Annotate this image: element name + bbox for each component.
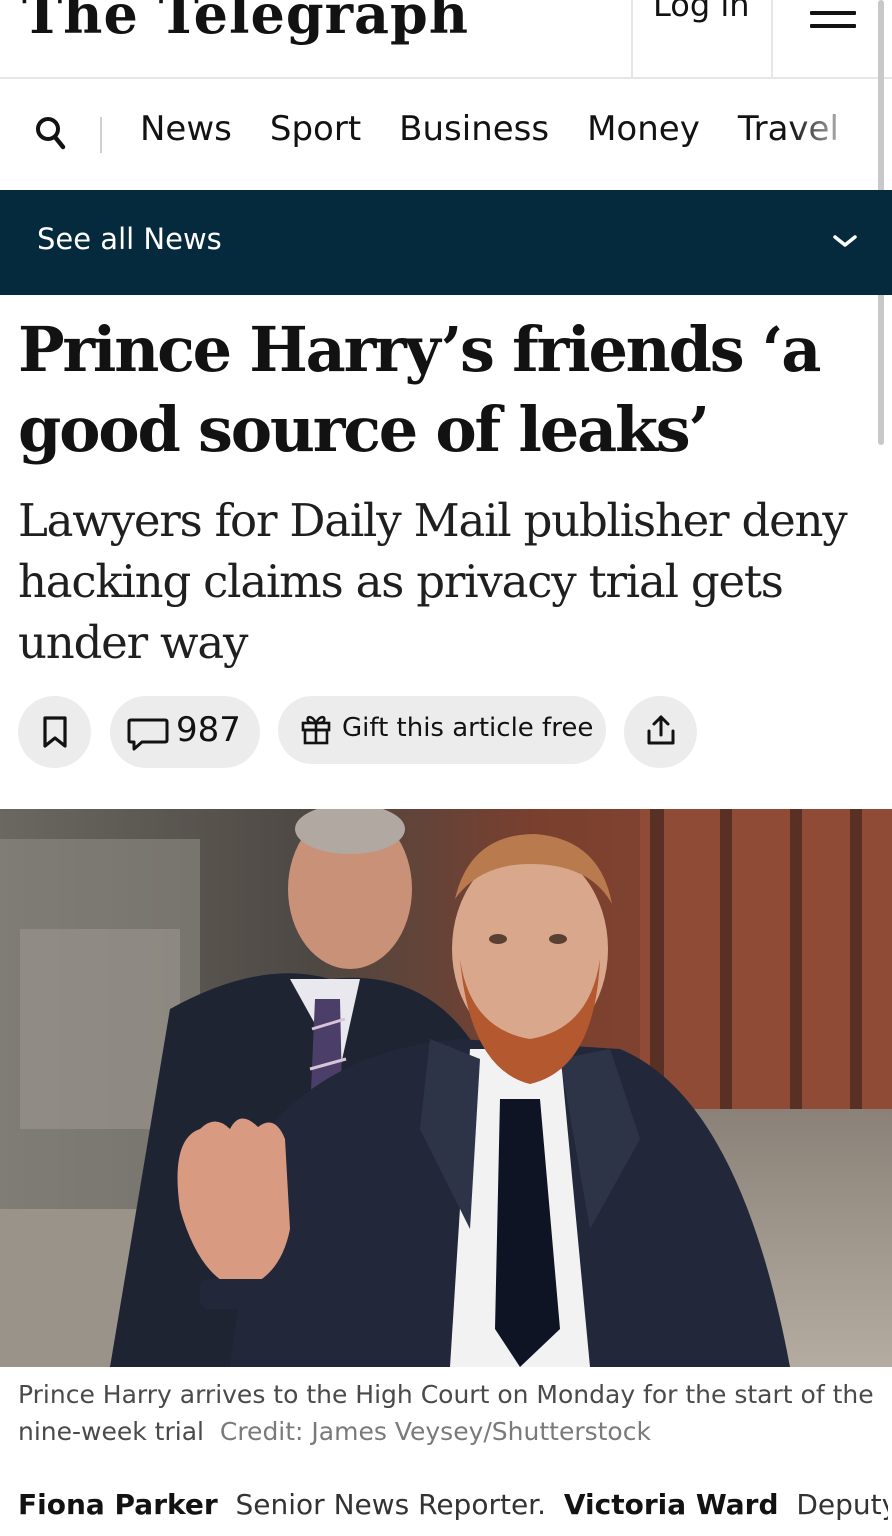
article-standfirst: Lawyers for Daily Mail publisher deny ha… [18, 494, 848, 669]
login-label: Log in [653, 0, 750, 24]
author-role-2: Deputy Royal Editor [796, 1488, 888, 1521]
comment-count: 987 [176, 710, 241, 750]
gift-icon [301, 715, 331, 745]
comment-icon [127, 718, 169, 751]
photo-caption: Prince Harry arrives to the High Court o… [18, 1376, 878, 1450]
bookmark-button[interactable] [18, 696, 91, 768]
site-header: The Telegraph Log in [0, 0, 892, 79]
author-name-1[interactable]: Fiona Parker [18, 1488, 218, 1521]
search-icon[interactable] [34, 114, 68, 154]
share-icon [647, 715, 675, 745]
nav-item-sport[interactable]: Sport [270, 109, 361, 149]
article-headline: Prince Harry’s friends ‘a good source of… [18, 313, 821, 466]
telegraph-logo[interactable]: The Telegraph [22, 0, 469, 46]
article-byline: Fiona Parker Senior News Reporter. Victo… [18, 1486, 888, 1524]
nav-fade [790, 79, 878, 189]
gift-label: Gift this article free [342, 713, 594, 743]
author-name-2[interactable]: Victoria Ward [564, 1488, 779, 1521]
gift-article-button[interactable]: Gift this article free [278, 696, 606, 764]
bookmark-icon [43, 716, 67, 748]
section-label: See all News [37, 222, 222, 256]
main-nav: News Sport Business Money Travel [0, 79, 878, 189]
chevron-down-icon[interactable] [832, 233, 858, 249]
nav-divider [100, 117, 102, 153]
share-button[interactable] [624, 696, 697, 768]
photo-credit: Credit: James Veysey/Shutterstock [219, 1417, 651, 1446]
author-role-1: Senior News Reporter. [235, 1488, 547, 1521]
article-photo[interactable] [0, 809, 892, 1367]
nav-items: News Sport Business Money Travel [140, 109, 839, 149]
nav-item-business[interactable]: Business [399, 109, 549, 149]
nav-item-news[interactable]: News [140, 109, 232, 149]
comments-button[interactable]: 987 [110, 696, 260, 768]
hamburger-menu-icon[interactable] [778, 0, 878, 77]
login-button[interactable]: Log in [631, 0, 773, 77]
section-dropdown[interactable]: See all News [0, 190, 892, 295]
nav-item-money[interactable]: Money [587, 109, 700, 149]
